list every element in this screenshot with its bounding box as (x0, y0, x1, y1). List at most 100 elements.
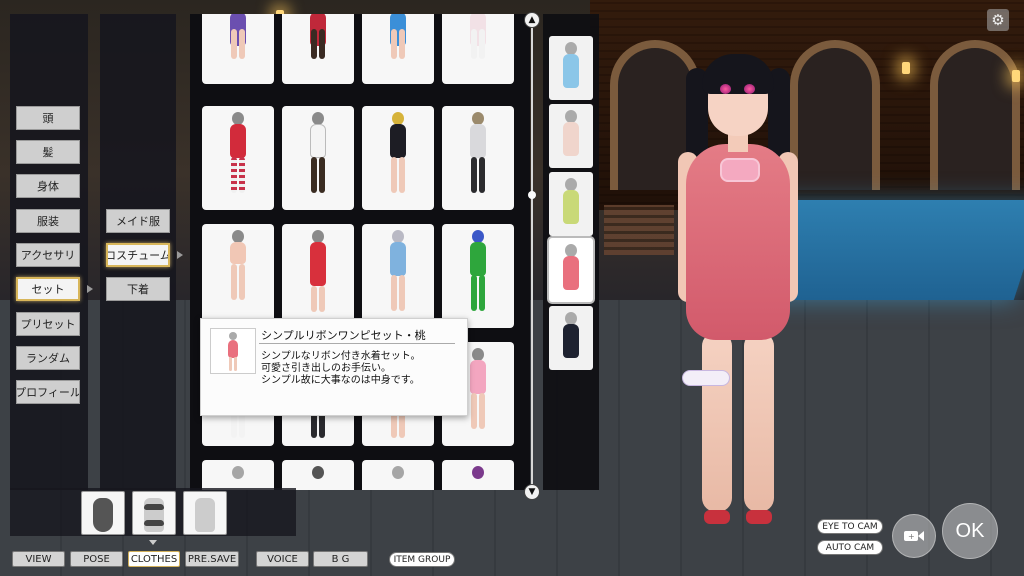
menu-accessory-button[interactable]: アクセサリ (16, 243, 80, 267)
variant-thumbnail[interactable] (549, 104, 593, 168)
dress-silhouette-icon (93, 496, 113, 534)
camera-button[interactable]: + (892, 514, 936, 558)
sub-costume-button[interactable]: コスチューム (106, 243, 170, 267)
outfit-figure (308, 14, 328, 64)
eye-right (744, 84, 755, 94)
wooden-bench (604, 205, 674, 255)
tab-pre-save[interactable]: PRE.SAVE (185, 551, 239, 567)
item-grid (190, 14, 530, 490)
outfit-figure (468, 466, 488, 490)
tab-bg[interactable]: B G (313, 551, 368, 567)
item-card[interactable] (202, 14, 274, 84)
outfit-figure (561, 178, 581, 236)
sub-maid-button[interactable]: メイド服 (106, 209, 170, 233)
ok-button[interactable]: OK (942, 503, 998, 559)
menu-hair-button[interactable]: 髪 (16, 140, 80, 164)
outfit-figure (223, 332, 243, 373)
tooltip-thumbnail (210, 328, 256, 374)
tooltip-desc-line: 可愛さ引き出しのお手伝い。 (261, 363, 391, 374)
auto-cam-button[interactable]: AUTO CAM (817, 540, 883, 555)
outfit-figure (308, 466, 328, 490)
item-card[interactable] (362, 224, 434, 328)
leg-right (744, 332, 774, 512)
wall-lamp (1012, 70, 1020, 82)
hair-bangs (702, 54, 774, 94)
variant-strip (543, 14, 599, 490)
scrollbar-thumb[interactable] (528, 191, 536, 199)
outfit-figure (388, 466, 408, 490)
eye-to-cam-button[interactable]: EYE TO CAM (817, 519, 883, 534)
outfit-figure (228, 112, 248, 202)
outfit-figure (388, 230, 408, 320)
item-card[interactable] (282, 14, 354, 84)
arrow-up-icon[interactable]: ▲ (524, 12, 540, 28)
tab-clothes[interactable]: CLOTHES (128, 551, 180, 567)
outfit-figure (468, 14, 488, 64)
item-group-button[interactable]: ITEM GROUP (389, 552, 455, 567)
menu-body-button[interactable]: 身体 (16, 174, 80, 198)
item-card[interactable] (202, 106, 274, 210)
outfit-underwear-button[interactable] (132, 491, 176, 535)
outfit-full-button[interactable] (81, 491, 125, 535)
gear-icon[interactable]: ⚙ (987, 9, 1009, 31)
sub-underwear-button[interactable]: 下着 (106, 277, 170, 301)
chevron-down-icon (149, 540, 157, 545)
outfit-figure (388, 14, 408, 64)
video-camera-icon: + (904, 531, 924, 541)
item-card[interactable] (202, 224, 274, 328)
item-card[interactable] (362, 106, 434, 210)
menu-profile-button[interactable]: プロフィール (16, 380, 80, 404)
item-card[interactable] (282, 106, 354, 210)
variant-thumbnail[interactable] (549, 306, 593, 370)
ribbon-bow (720, 158, 760, 182)
tab-pose[interactable]: POSE (70, 551, 123, 567)
archway (930, 40, 1020, 190)
variant-thumbnail[interactable] (549, 172, 593, 236)
variant-thumbnail-selected[interactable] (549, 238, 593, 302)
menu-head-button[interactable]: 頭 (16, 106, 80, 130)
submenu-arrow-icon (87, 285, 93, 293)
arrow-down-icon[interactable]: ▼ (524, 484, 540, 500)
outfit-figure (228, 14, 248, 64)
tab-voice[interactable]: VOICE (256, 551, 309, 567)
outfit-figure (561, 244, 581, 302)
eye-left (720, 84, 731, 94)
outfit-figure (468, 348, 488, 438)
outfit-figure (561, 312, 581, 370)
menu-set-button[interactable]: セット (16, 277, 80, 301)
item-card[interactable] (442, 224, 514, 328)
outfit-figure (561, 42, 581, 100)
outfit-figure (468, 230, 488, 320)
scrollbar-track[interactable] (531, 24, 533, 488)
tooltip-desc-line: シンプル故に大事なのは中身です。 (261, 375, 420, 386)
menu-random-button[interactable]: ランダム (16, 346, 80, 370)
sandal-right (746, 510, 772, 524)
outfit-figure (308, 230, 328, 320)
outfit-figure (228, 466, 248, 490)
tooltip-divider (259, 343, 455, 344)
tooltip-title: シンプルリボンワンピセット・桃 (261, 329, 426, 342)
item-card[interactable] (282, 224, 354, 328)
submenu-arrow-icon (177, 251, 183, 259)
body-silhouette-icon (195, 496, 215, 534)
variant-thumbnail[interactable] (549, 36, 593, 100)
item-card[interactable] (362, 460, 434, 490)
leg-garter (682, 370, 730, 386)
outfit-figure (468, 112, 488, 202)
outfit-figure (228, 230, 248, 320)
item-card[interactable] (362, 14, 434, 84)
item-tooltip: シンプルリボンワンピセット・桃 シンプルなリボン付き水着セット。 可愛さ引き出し… (200, 318, 468, 416)
item-card[interactable] (442, 460, 514, 490)
menu-preset-button[interactable]: プリセット (16, 312, 80, 336)
outfit-figure (308, 112, 328, 202)
outfit-nude-button[interactable] (183, 491, 227, 535)
item-card[interactable] (202, 460, 274, 490)
item-card[interactable] (282, 460, 354, 490)
svg-text:+: + (908, 532, 915, 541)
outfit-figure (388, 112, 408, 202)
item-card[interactable] (442, 14, 514, 84)
character-model[interactable] (668, 40, 808, 540)
menu-clothing-button[interactable]: 服装 (16, 209, 80, 233)
tab-view[interactable]: VIEW (12, 551, 65, 567)
item-card[interactable] (442, 106, 514, 210)
